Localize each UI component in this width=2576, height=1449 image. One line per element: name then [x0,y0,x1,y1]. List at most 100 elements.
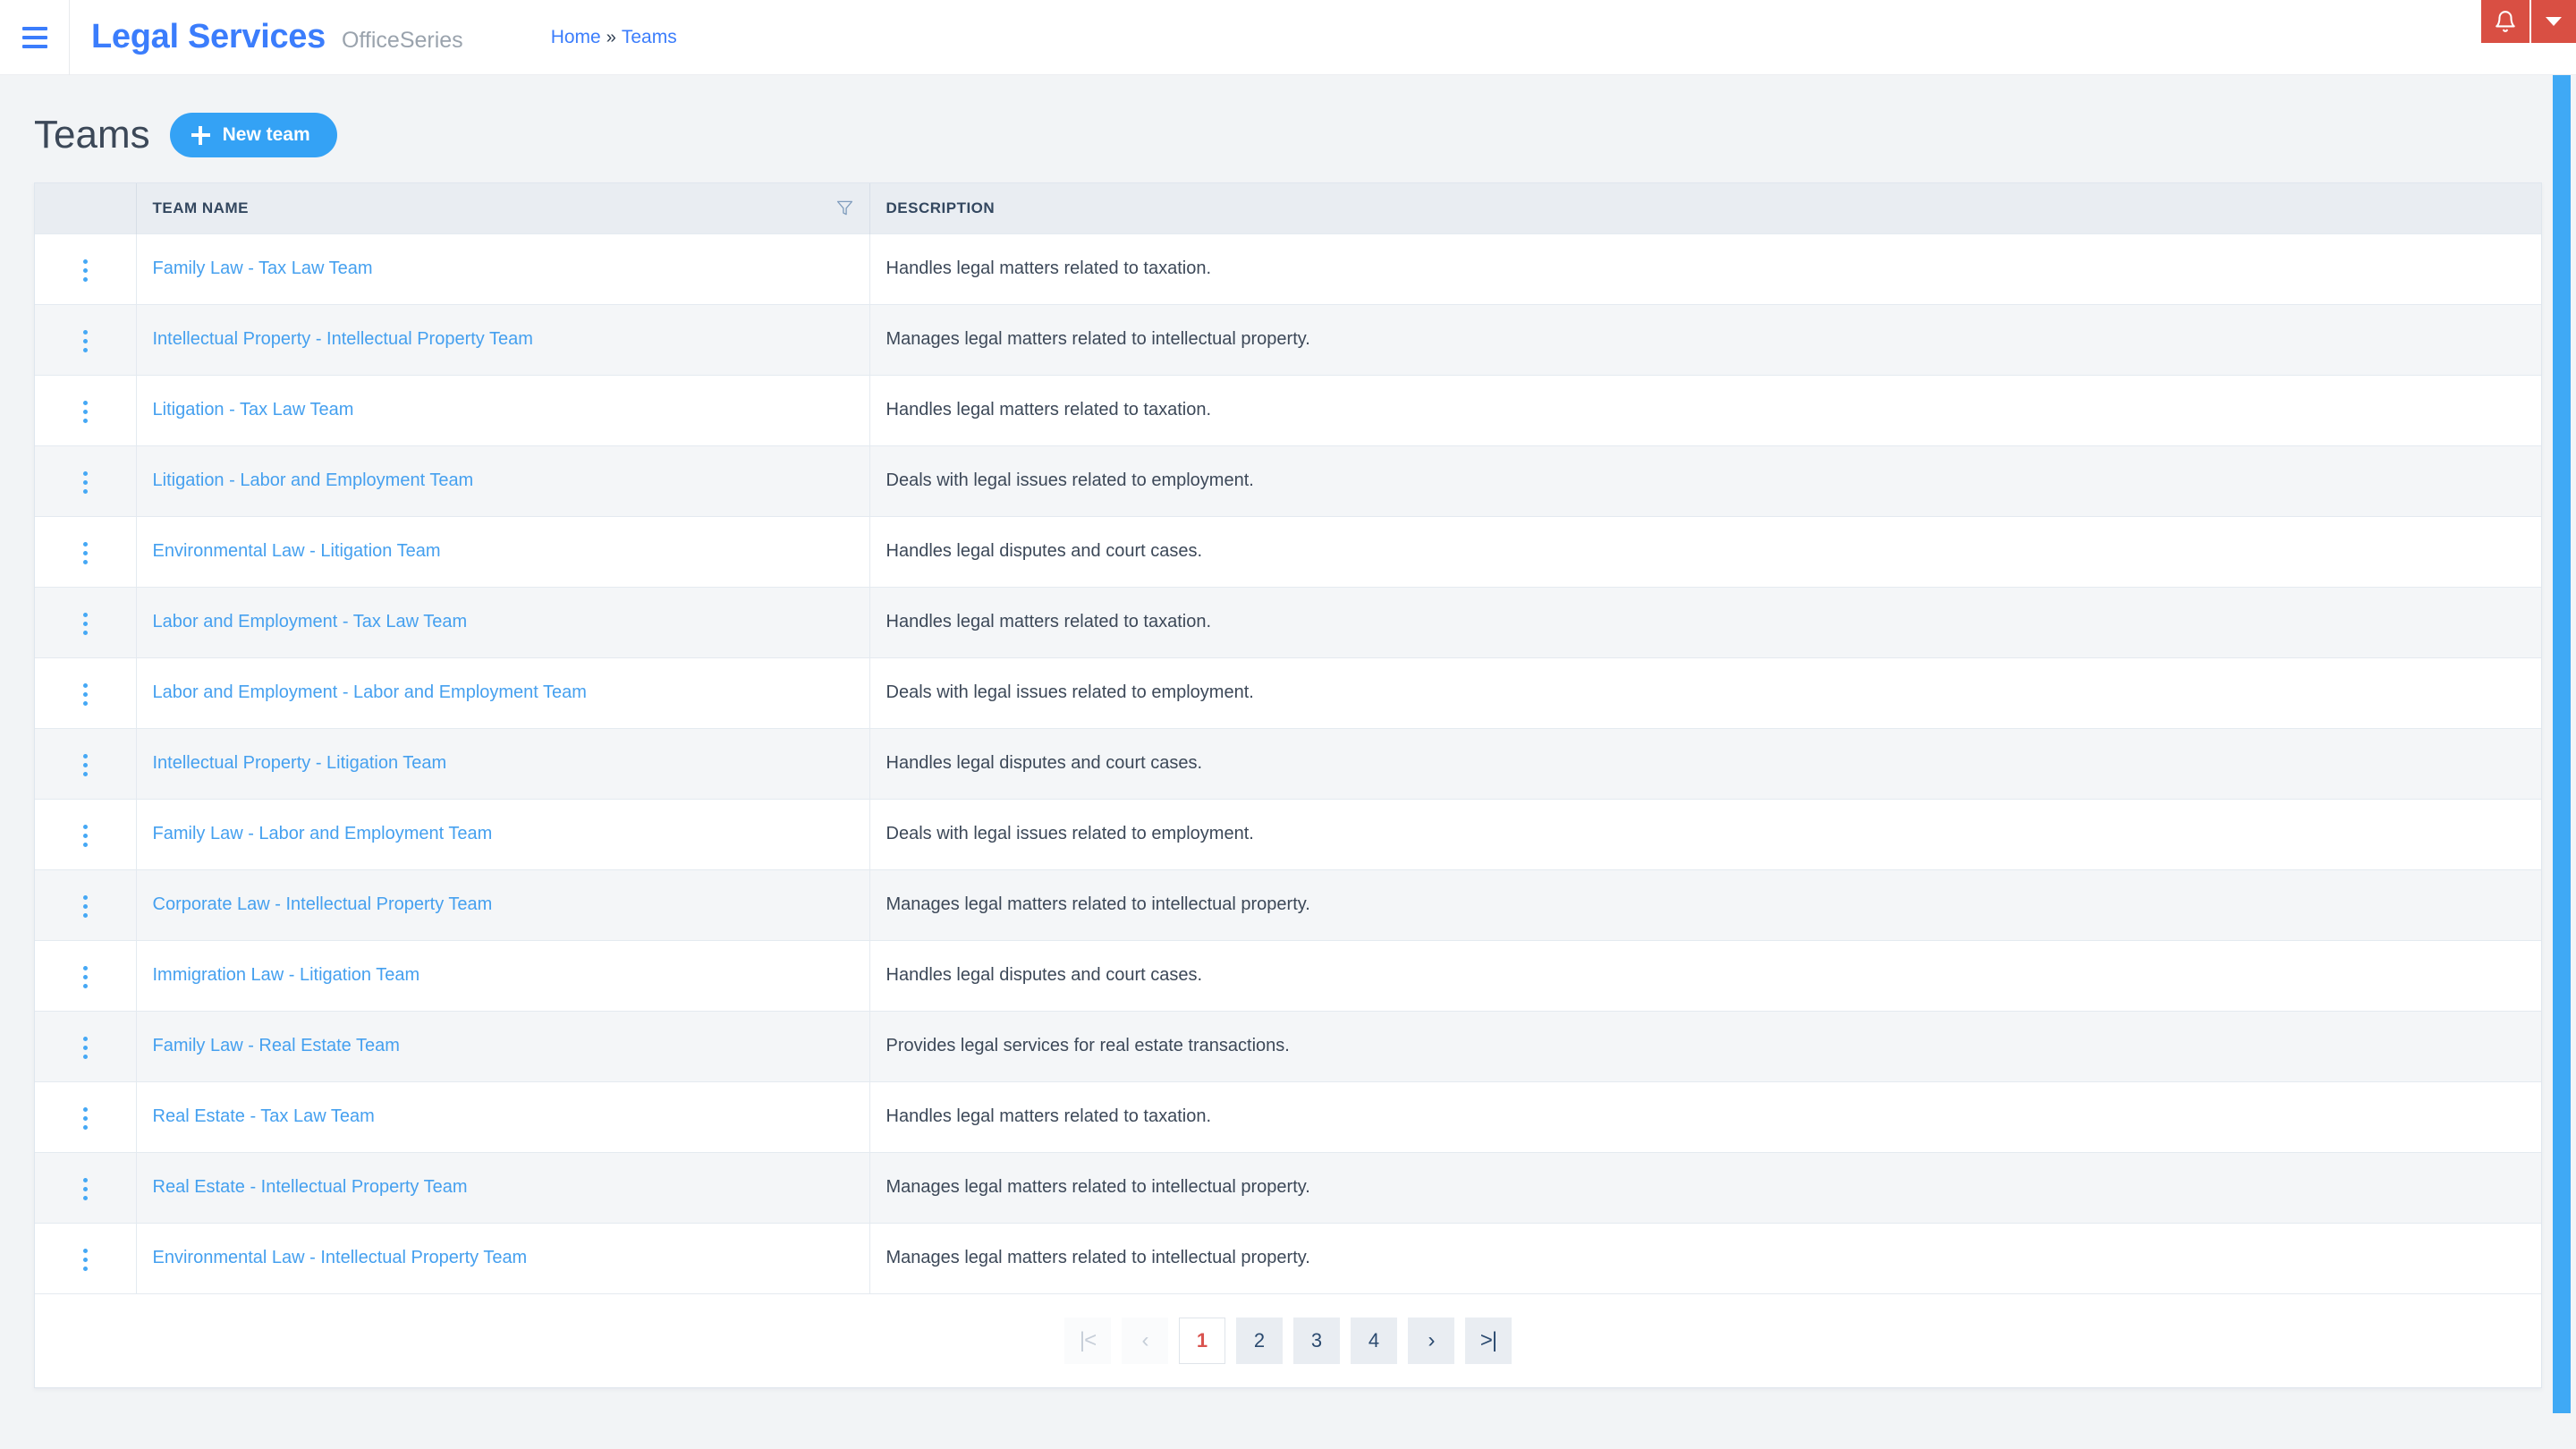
team-description-cell: Handles legal disputes and court cases. [869,515,2541,587]
team-name-link[interactable]: Labor and Employment - Labor and Employm… [153,682,587,702]
pagination-page-4[interactable]: 4 [1351,1318,1397,1364]
row-actions-cell [35,1222,137,1293]
table-row: Litigation - Tax Law Team Handles legal m… [35,374,2541,445]
notification-dropdown-button[interactable] [2529,0,2576,43]
page-title: Teams [34,113,150,157]
kebab-menu-icon[interactable] [71,959,100,996]
table-row: Family Law - Tax Law Team Handles legal m… [35,233,2541,304]
filter-funnel-icon[interactable] [836,199,853,216]
pagination-page-3[interactable]: 3 [1293,1318,1340,1364]
kebab-menu-icon[interactable] [71,888,100,925]
column-header-team-name-label: TEAM NAME [152,199,249,216]
team-name-link[interactable]: Immigration Law - Litigation Team [153,965,420,985]
pagination-page-2[interactable]: 2 [1236,1318,1283,1364]
new-team-button[interactable]: New team [169,113,337,157]
team-name-link[interactable]: Family Law - Tax Law Team [153,258,373,278]
team-description-cell: Handles legal disputes and court cases. [869,939,2541,1011]
pagination-page-1[interactable]: 1 [1179,1318,1225,1364]
pagination: |< ‹ 1234 › >| [35,1293,2541,1387]
team-name-link[interactable]: Environmental Law - Litigation Team [153,541,441,561]
kebab-menu-icon[interactable] [71,606,100,642]
team-name-link[interactable]: Intellectual Property - Litigation Team [153,753,447,773]
team-name-link[interactable]: Intellectual Property - Intellectual Pro… [153,329,533,349]
kebab-menu-icon[interactable] [71,1171,100,1208]
topbar-right-actions [2481,0,2576,75]
app-brand-subtitle: OfficeSeries [341,28,463,53]
team-name-cell: Litigation - Tax Law Team [136,374,870,445]
team-description-cell: Handles legal matters related to taxatio… [869,586,2541,657]
table-header-row: TEAM NAME DESCRIPTION [35,183,2541,233]
vertical-scrollbar-track[interactable] [2553,75,2576,1449]
page-header: Teams New team [0,75,2576,182]
team-name-link[interactable]: Litigation - Labor and Employment Team [153,470,474,490]
plus-icon [191,125,210,145]
kebab-menu-icon[interactable] [71,1241,100,1278]
kebab-menu-icon[interactable] [71,676,100,713]
team-description-cell: Manages legal matters related to intelle… [869,1151,2541,1223]
team-name-link[interactable]: Labor and Employment - Tax Law Team [153,612,468,631]
team-name-cell: Labor and Employment - Labor and Employm… [136,657,870,728]
pagination-next-button[interactable]: › [1408,1318,1454,1364]
table-row: Environmental Law - Litigation Team Handl… [35,515,2541,587]
row-actions-cell [35,1080,137,1152]
column-header-actions [35,183,137,233]
breadcrumb-link-teams[interactable]: Teams [622,27,677,48]
app-brand-title: Legal Services [91,18,326,55]
breadcrumb-separator: » [606,27,616,47]
hamburger-menu-icon[interactable] [0,0,70,75]
table-row: Labor and Employment - Labor and Employm… [35,657,2541,728]
team-name-link[interactable]: Litigation - Tax Law Team [153,400,354,419]
row-actions-cell [35,939,137,1011]
kebab-menu-icon[interactable] [71,747,100,784]
kebab-menu-icon[interactable] [71,252,100,289]
team-name-link[interactable]: Corporate Law - Intellectual Property Te… [153,894,493,914]
table-row: Family Law - Real Estate Team Provides le… [35,1010,2541,1081]
pagination-prev-button[interactable]: ‹ [1122,1318,1168,1364]
row-actions-cell [35,303,137,375]
team-name-link[interactable]: Environmental Law - Intellectual Propert… [153,1248,528,1267]
team-description-cell: Deals with legal issues related to emplo… [869,657,2541,728]
table-row: Family Law - Labor and Employment Team De… [35,798,2541,869]
team-name-link[interactable]: Real Estate - Tax Law Team [153,1106,375,1126]
pagination-first-button[interactable]: |< [1064,1318,1111,1364]
kebab-menu-icon[interactable] [71,323,100,360]
hamburger-line [21,44,47,48]
team-description-cell: Handles legal matters related to taxatio… [869,233,2541,304]
team-name-cell: Litigation - Labor and Employment Team [136,445,870,516]
kebab-menu-icon[interactable] [71,1100,100,1137]
team-description-cell: Manages legal matters related to intelle… [869,303,2541,375]
team-description-cell: Manages legal matters related to intelle… [869,869,2541,940]
table-row: Corporate Law - Intellectual Property Te… [35,869,2541,940]
pagination-last-button[interactable]: >| [1465,1318,1512,1364]
row-actions-cell [35,727,137,799]
brand-area: Legal Services OfficeSeries [70,18,463,56]
table-row: Labor and Employment - Tax Law Team Handl… [35,586,2541,657]
kebab-menu-icon[interactable] [71,818,100,854]
row-actions-cell [35,1151,137,1223]
row-actions-cell [35,445,137,516]
bell-icon [2496,11,2515,32]
row-actions-cell [35,586,137,657]
row-actions-cell [35,657,137,728]
kebab-menu-icon[interactable] [71,464,100,501]
breadcrumb-link-home[interactable]: Home [551,27,601,48]
table-row: Immigration Law - Litigation Team Handles… [35,939,2541,1011]
kebab-menu-icon[interactable] [71,394,100,430]
team-name-link[interactable]: Family Law - Labor and Employment Team [153,824,493,843]
kebab-menu-icon[interactable] [71,1030,100,1066]
top-navigation-bar: Legal Services OfficeSeries Home » Teams [0,0,2576,75]
team-description-cell: Handles legal matters related to taxatio… [869,374,2541,445]
notification-bell-button[interactable] [2481,0,2529,43]
table-row: Real Estate - Intellectual Property Team… [35,1151,2541,1223]
kebab-menu-icon[interactable] [71,535,100,572]
column-header-description: DESCRIPTION [869,183,2541,233]
teams-table-body: Family Law - Tax Law Team Handles legal m… [35,233,2541,1293]
team-description-cell: Provides legal services for real estate … [869,1010,2541,1081]
row-actions-cell [35,515,137,587]
team-name-link[interactable]: Family Law - Real Estate Team [153,1036,400,1055]
team-description-cell: Deals with legal issues related to emplo… [869,798,2541,869]
vertical-scrollbar-thumb[interactable] [2553,75,2571,1413]
breadcrumb: Home » Teams [551,27,677,48]
team-name-link[interactable]: Real Estate - Intellectual Property Team [153,1177,468,1197]
notification-button-group [2481,0,2576,43]
